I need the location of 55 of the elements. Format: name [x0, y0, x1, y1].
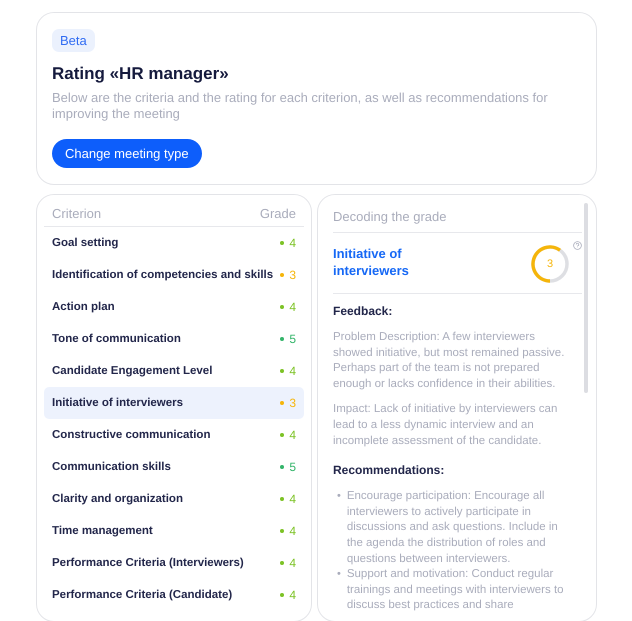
- column-header: Criterion: [52, 206, 102, 221]
- scrollbar[interactable]: [584, 203, 588, 393]
- grade-value: 3: [289, 268, 296, 282]
- criterion-row[interactable]: Communication skills 5: [44, 451, 304, 483]
- criterion-name: Goal setting: [52, 237, 118, 249]
- criterion-name: Constructive communication: [52, 429, 210, 441]
- bullet-marker: •: [337, 489, 341, 504]
- criterion-name: Communication skills: [52, 461, 171, 473]
- grade-value: 4: [289, 300, 296, 314]
- grade-value: 3: [289, 396, 296, 410]
- help-icon[interactable]: [573, 241, 582, 250]
- criterion-name: Time management: [52, 525, 153, 537]
- criterion-name: Clarity and organization: [52, 493, 183, 505]
- criterion-row[interactable]: Initiative of interviewers 3: [44, 387, 304, 419]
- grade-value: 4: [289, 556, 296, 570]
- criterion-name: Initiative of interviewers: [52, 397, 184, 409]
- description: Below are the criteria and the rating for each criterion, as well as recommendations for improving the meeting: [52, 90, 549, 122]
- recommendations-heading: Recommendations:: [333, 463, 446, 478]
- criterion-name: Performance Criteria (Candidate): [52, 589, 232, 601]
- criterion-row[interactable]: Candidate Engagement Level 4: [44, 355, 304, 387]
- score-value: 3: [546, 257, 554, 272]
- recommendation-item: Encourage participation: Encourage all interviewers to actively participate in discussions and ask questions. Include in the agenda the distribution of roles and questions between interviewers.: [346, 489, 559, 567]
- grade-value: 5: [289, 332, 296, 346]
- grade-value: 4: [289, 364, 296, 378]
- change-meeting-type-button[interactable]: Change meeting type: [52, 139, 202, 168]
- criterion-name: Tone of communication: [52, 333, 181, 345]
- criterion-name: Action plan: [52, 301, 115, 313]
- criterion-name: Performance Criteria (Interviewers): [52, 557, 244, 569]
- criterion-name: Identification of competencies and skills: [52, 269, 274, 281]
- grade-value: 4: [289, 524, 296, 538]
- beta-badge: Beta: [52, 29, 95, 52]
- page-title: Rating «HR manager»: [52, 64, 229, 84]
- column-header: Grade: [260, 206, 296, 221]
- feedback-paragraph: Problem Description: A few interviewers showed initiative, but most remained passive. Perhaps part of the team is not prepared enough or lacks confidence in their abilities.: [333, 330, 566, 392]
- grade-value: 4: [289, 588, 296, 602]
- criterion-row[interactable]: Action plan 4: [44, 291, 304, 323]
- criterion-name: Candidate Engagement Level: [52, 365, 212, 377]
- criterion-row[interactable]: Tone of communication 5: [44, 323, 304, 355]
- criterion-row[interactable]: Performance Criteria (Interviewers) 4: [44, 547, 304, 579]
- grade-value: 4: [289, 428, 296, 442]
- grade-value: 5: [289, 460, 296, 474]
- criterion-row[interactable]: Clarity and organization 4: [44, 483, 304, 515]
- criterion-row[interactable]: Time management 4: [44, 515, 304, 547]
- criterion-row[interactable]: Constructive communication 4: [44, 419, 304, 451]
- feedback-heading: Feedback:: [333, 304, 394, 318]
- feedback-paragraph: Impact: Lack of initiative by interviewers can lead to a less dynamic interview and an incomplete assessment of the candidate.: [333, 402, 558, 449]
- panel-title: Decoding the grade: [333, 203, 582, 233]
- criterion-row[interactable]: Performance Criteria (Candidate) 4: [44, 579, 304, 611]
- grade-value: 4: [289, 492, 296, 506]
- bullet-marker: •: [337, 567, 341, 582]
- criterion-title: Initiative of interviewers: [333, 245, 410, 279]
- recommendation-item: Support and motivation: Conduct regular trainings and meetings with interviewers to discuss best practices and share: [346, 567, 565, 614]
- criterion-row[interactable]: Goal setting 4: [44, 227, 304, 259]
- grade-value: 4: [289, 236, 296, 250]
- criterion-row[interactable]: Identification of competencies and skills 3: [44, 259, 304, 291]
